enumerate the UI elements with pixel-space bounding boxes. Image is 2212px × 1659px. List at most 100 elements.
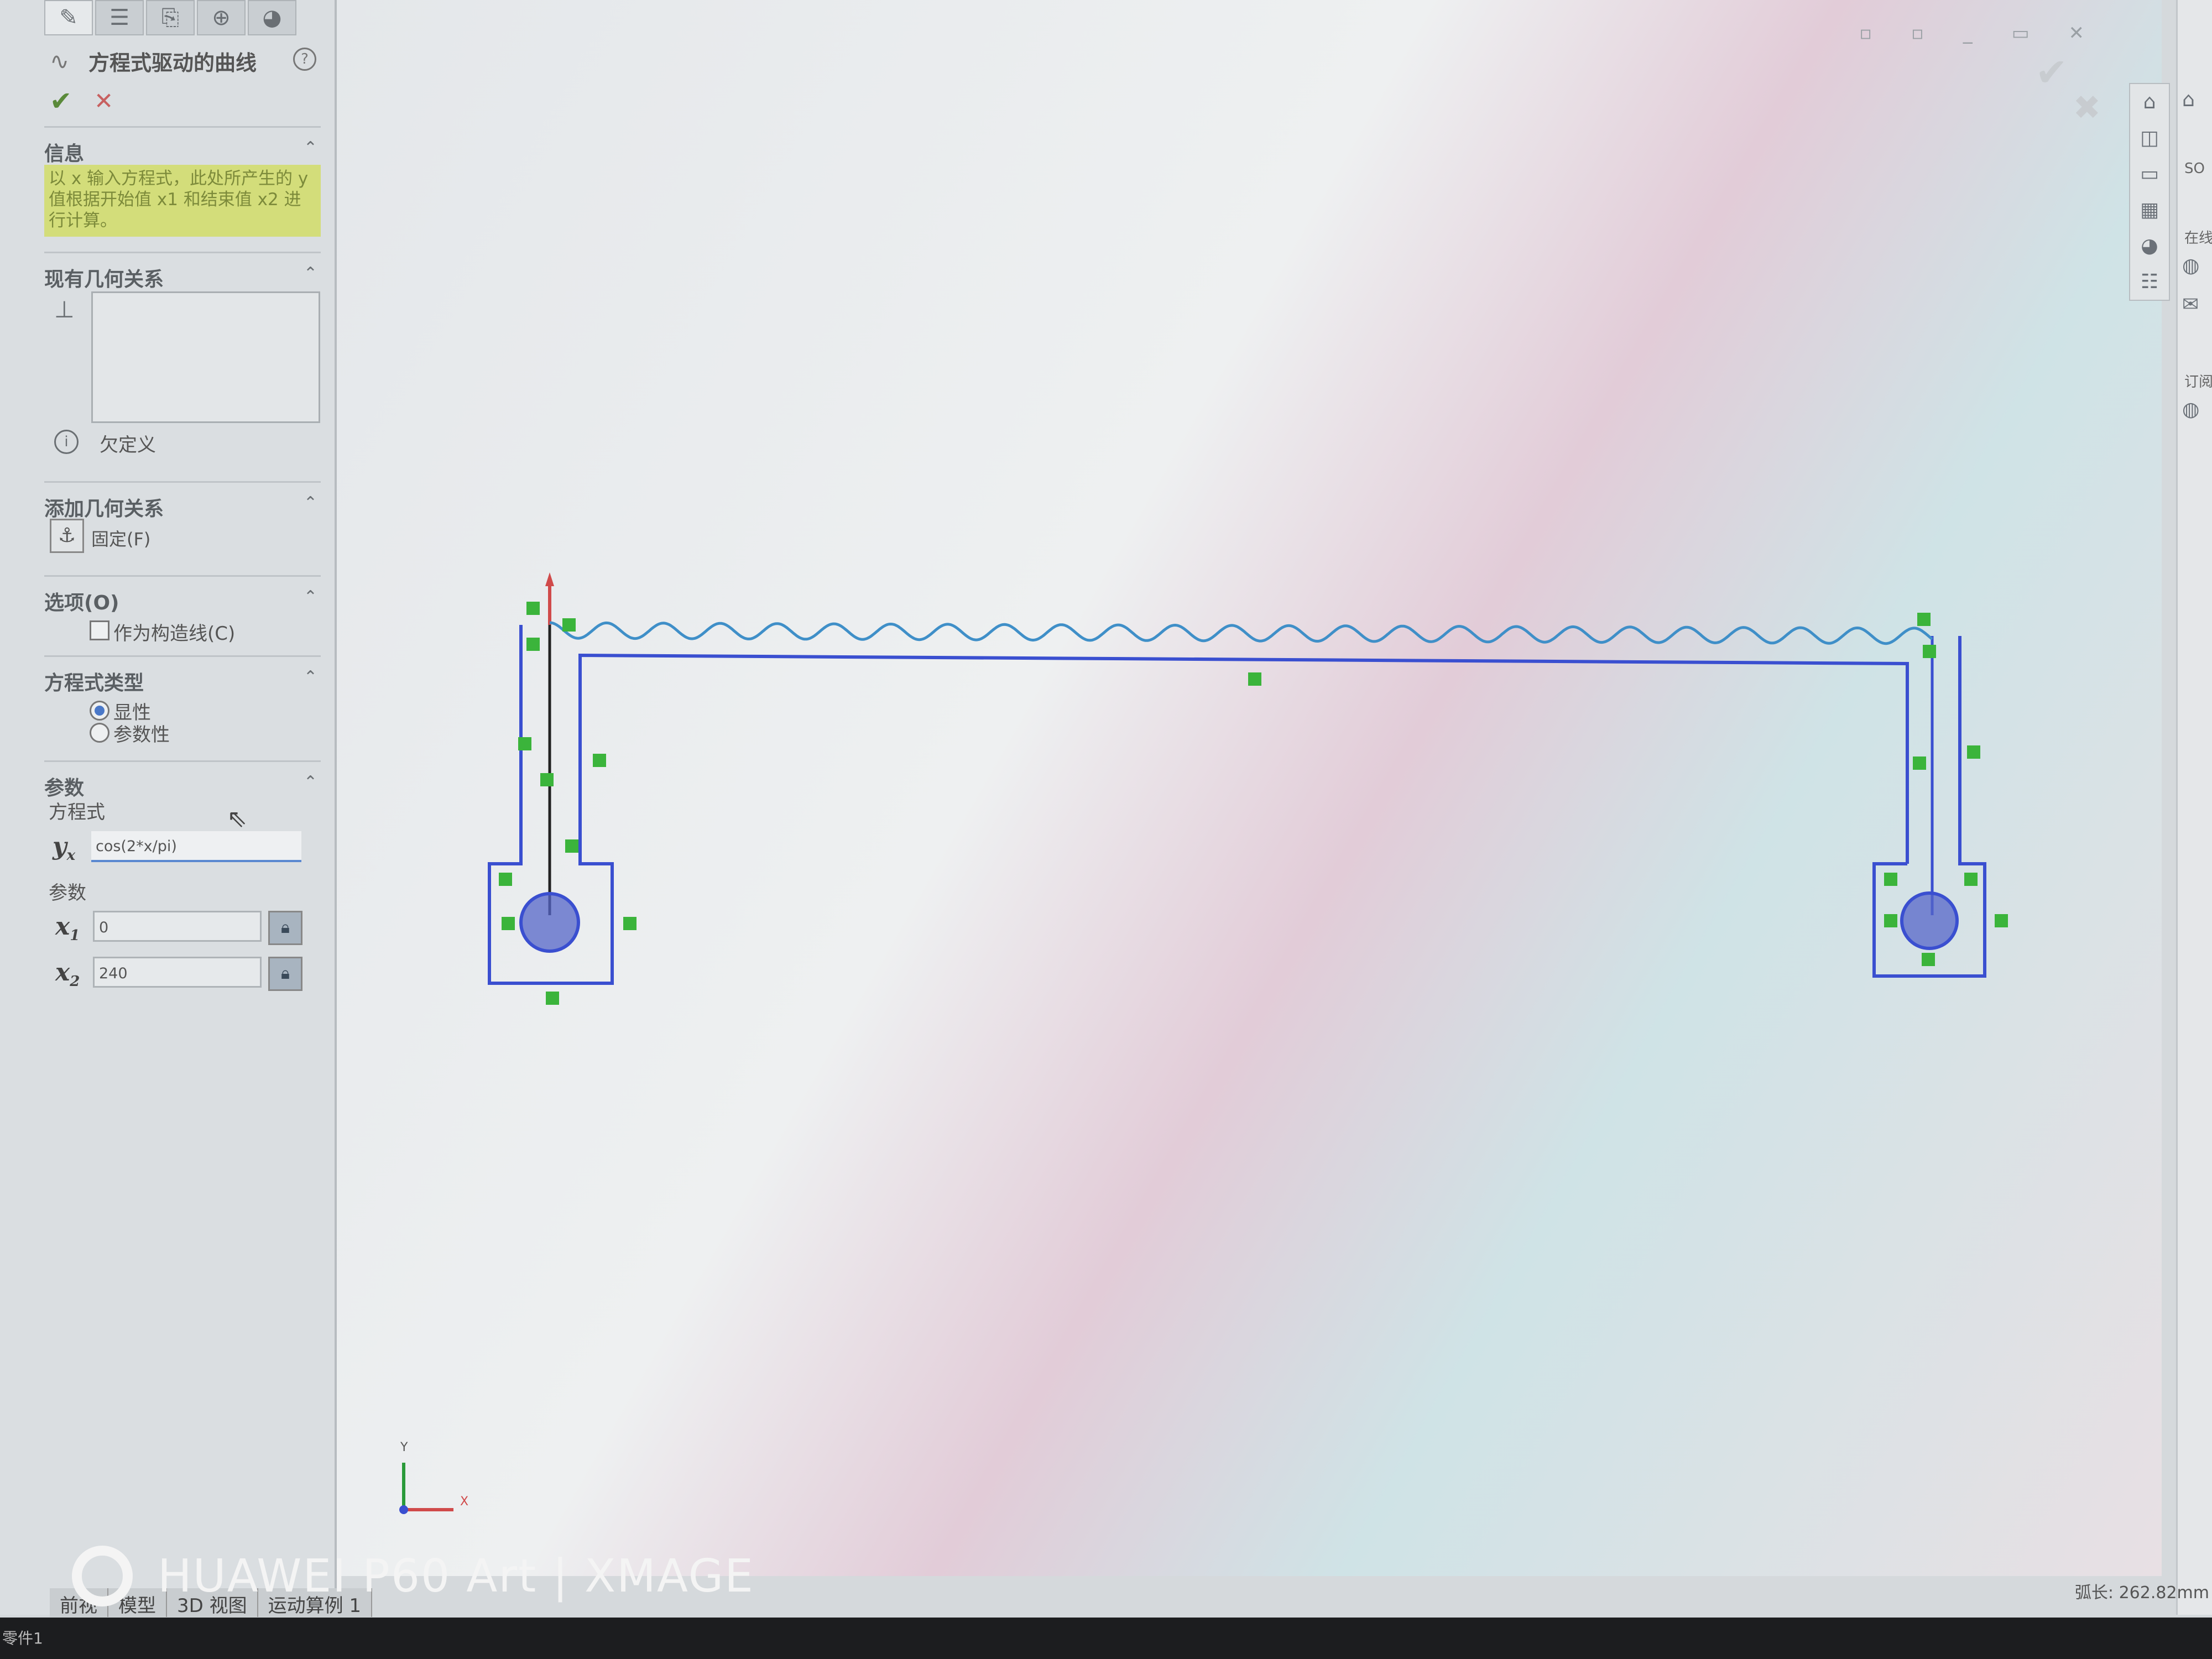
config-manager-tab[interactable]: ⎘ (146, 0, 195, 35)
chevron-up-icon[interactable]: ⌃ (304, 667, 317, 687)
triad-y-label: Y (400, 1441, 408, 1454)
home-icon[interactable]: ⌂ (2130, 84, 2169, 120)
ok-button[interactable]: ✔ (50, 86, 72, 117)
fix-relation-label: 固定(F) (91, 529, 151, 550)
relation-marker[interactable] (526, 638, 540, 651)
chevron-up-icon[interactable]: ⌃ (304, 264, 317, 283)
folder-icon[interactable]: ▭ (2130, 156, 2169, 192)
params-label: 参数 (49, 882, 86, 904)
origin-arrow (545, 572, 554, 625)
dim-xpert-tab[interactable]: ⊕ (197, 0, 246, 35)
equation-type-heading[interactable]: 方程式类型 (44, 655, 321, 695)
camera-ring-icon (72, 1546, 133, 1606)
taskpane-label-online: 在线 (2184, 230, 2212, 247)
options-section: 选项(O) ⌃ 作为构造线(C) (44, 575, 321, 645)
appearance-icon: ◕ (262, 5, 282, 30)
relation-marker[interactable] (502, 917, 515, 930)
relation-marker[interactable] (1913, 757, 1926, 770)
options-heading[interactable]: 选项(O) (44, 575, 321, 614)
relation-marker[interactable] (623, 917, 637, 930)
relation-marker[interactable] (1884, 914, 1897, 927)
mouse-cursor-icon: ⇖ (227, 805, 247, 833)
camera-watermark: HUAWEI P60 Art | XMAGE (72, 1543, 754, 1609)
taskpane-label-so: SO (2184, 160, 2205, 177)
relations-list[interactable] (91, 291, 320, 423)
add-relations-heading[interactable]: 添加几何关系 (44, 481, 321, 520)
x1-symbol: x1 (55, 912, 80, 944)
fix-relation-button[interactable]: ⚓ (50, 519, 84, 553)
relation-marker[interactable] (562, 618, 576, 632)
arc-length-readout: 弧长: 262.82mm (2074, 1583, 2209, 1603)
feature-manager-tab[interactable]: ✎ (44, 0, 93, 35)
sketch-canvas[interactable] (337, 0, 2162, 1576)
cancel-corner-icon[interactable]: ✖ (2073, 88, 2101, 127)
confirm-corner-icon[interactable]: ✔ (2035, 50, 2068, 95)
watermark-text: HUAWEI P60 Art | XMAGE (158, 1550, 754, 1603)
pm-header: ∿ 方程式驱动的曲线 (50, 44, 315, 77)
palette-icon[interactable]: ▦ (2130, 192, 2169, 228)
relation-marker[interactable] (1917, 613, 1931, 626)
relation-marker[interactable] (546, 992, 559, 1005)
relation-marker[interactable] (1967, 745, 1980, 759)
explicit-radio[interactable] (90, 701, 109, 721)
relation-marker[interactable] (1248, 672, 1261, 686)
relation-marker[interactable] (1884, 873, 1897, 886)
axis-triad: Y X (399, 1441, 468, 1514)
window-controls[interactable]: ▫ ▫ _ ▭ ✕ (1859, 22, 2101, 44)
construction-checkbox[interactable] (90, 620, 109, 640)
x1-input[interactable]: 0 (93, 911, 262, 942)
equation-input[interactable]: cos(2*x/pi) (91, 831, 301, 862)
relation-marker[interactable] (565, 839, 578, 853)
graphics-area[interactable]: ▫ ▫ _ ▭ ✕ ✔ ✖ Y X (337, 0, 2162, 1576)
left-pulley-sketch[interactable] (488, 625, 1909, 985)
task-pane: ⌂ SO 在线 ◍ ✉ 订阅 ◍ (2176, 0, 2212, 1615)
relation-marker[interactable] (540, 773, 554, 786)
chevron-up-icon[interactable]: ⌃ (304, 587, 317, 607)
x2-lock-button[interactable]: 🔒︎ (268, 957, 302, 991)
globe-icon[interactable]: ◍ (2182, 398, 2199, 421)
property-manager: ✎ ☰ ⎘ ⊕ ◕ ∿ 方程式驱动的曲线 ? ✔ ✕ 信息 ⌃ 以 x 输入方程… (0, 0, 337, 1615)
anchor-icon: ⚓ (58, 524, 76, 547)
x1-lock-button[interactable]: 🔒︎ (268, 911, 302, 945)
info-message: 以 x 输入方程式，此处所产生的 y 值根据开始值 x1 和结束值 x2 进行计… (44, 165, 321, 237)
info-heading[interactable]: 信息 (44, 126, 321, 165)
crosshair-icon: ⊕ (212, 5, 231, 30)
relation-marker[interactable] (518, 737, 531, 750)
cancel-button[interactable]: ✕ (94, 87, 113, 114)
home-icon[interactable]: ⌂ (2182, 88, 2195, 111)
x2-input[interactable]: 240 (93, 957, 262, 988)
help-icon[interactable]: ? (293, 48, 316, 71)
construction-label: 作为构造线(C) (113, 623, 236, 645)
existing-relations-section: 现有几何关系 ⌃ ⊥ i 欠定义 (44, 252, 321, 456)
config-icon: ⎘ (161, 5, 179, 30)
equation-label: 方程式 (49, 801, 105, 823)
relation-marker[interactable] (526, 602, 540, 615)
yx-symbol: yx (53, 832, 76, 864)
parameters-heading[interactable]: 参数 (44, 760, 321, 800)
relation-marker[interactable] (1964, 873, 1978, 886)
relation-marker[interactable] (1923, 645, 1936, 658)
globe-icon[interactable]: ◍ (2182, 254, 2199, 277)
display-manager-tab[interactable]: ◕ (248, 0, 296, 35)
chevron-up-icon[interactable]: ⌃ (304, 138, 317, 158)
chevron-up-icon[interactable]: ⌃ (304, 493, 317, 513)
relation-marker[interactable] (1995, 914, 2008, 927)
properties-icon[interactable]: ☷ (2130, 264, 2169, 300)
equation-curve[interactable] (549, 621, 1933, 645)
manager-tabstrip: ✎ ☰ ⎘ ⊕ ◕ (44, 0, 299, 35)
definition-status: 欠定义 (100, 434, 156, 456)
property-manager-tab[interactable]: ☰ (95, 0, 144, 35)
relation-marker[interactable] (499, 873, 512, 886)
forum-icon[interactable]: ✉ (2182, 293, 2199, 316)
chevron-up-icon[interactable]: ⌃ (304, 773, 317, 792)
info-icon: i (54, 430, 79, 454)
relation-marker[interactable] (593, 754, 606, 767)
appearance-icon[interactable]: ◕ (2130, 228, 2169, 264)
info-section: 信息 ⌃ 以 x 输入方程式，此处所产生的 y 值根据开始值 x1 和结束值 x… (44, 126, 321, 237)
parametric-radio[interactable] (90, 723, 109, 743)
existing-relations-heading[interactable]: 现有几何关系 (44, 252, 321, 291)
taskpane-label-subscribe: 订阅 (2184, 374, 2212, 390)
view-cube-icon[interactable]: ◫ (2130, 120, 2169, 156)
parametric-label: 参数性 (113, 724, 170, 746)
relation-marker[interactable] (1922, 953, 1935, 966)
